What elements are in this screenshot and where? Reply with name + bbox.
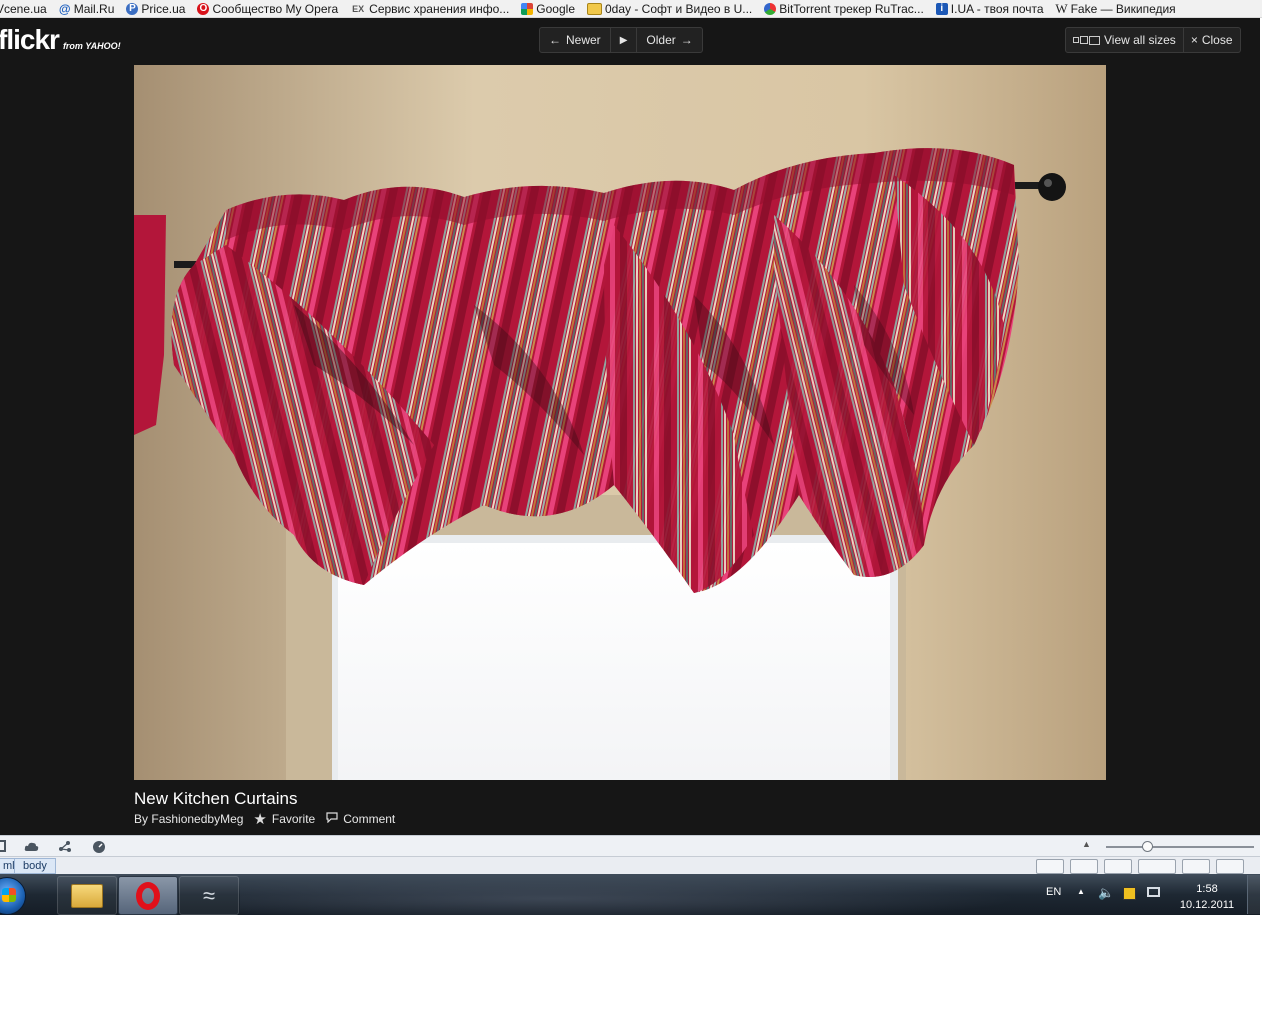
bookmark-wikipedia[interactable]: W Fake — Википедия [1055,0,1176,16]
view-all-sizes-label: View all sizes [1104,33,1176,47]
price-ua-icon: P [126,2,139,15]
at-sign-icon: @ [58,1,71,16]
older-label: Older [646,33,676,47]
logo-main-text: flickr [0,24,60,55]
favorite-button[interactable]: ★ Favorite [253,810,315,828]
windows-taskbar: ≈ EN ▲ 🔈 1:58 10.12.2011 [0,874,1260,915]
bookmark-0day[interactable]: 0day - Софт и Видео в U... [587,2,752,16]
dock-button-icon[interactable] [1036,859,1064,874]
window-list-icon[interactable] [1138,859,1176,874]
play-icon: ▶ [619,34,628,46]
lightbox-actions: View all sizes × Close [1065,27,1241,53]
older-button[interactable]: Older → [637,28,701,52]
bookmark-google[interactable]: Google [521,2,575,16]
photo[interactable] [134,65,1106,780]
zoom-slider-handle[interactable] [1142,841,1153,852]
by-prefix: By [134,812,149,826]
slideshow-play-button[interactable]: ▶ [611,28,638,52]
clock-time: 1:58 [1196,883,1218,895]
windows-logo-icon [2,888,16,902]
arrow-right-icon: → [680,33,693,47]
logo-sub-text: from YAHOO! [62,41,121,51]
close-icon: × [1190,33,1198,47]
wikipedia-icon: W [1055,0,1068,16]
dock-buttons [1036,859,1258,874]
bookmark-rutracker[interactable]: BitTorrent трекер RuTrac... [764,2,924,16]
favorite-label: Favorite [271,812,316,826]
photo-meta: By FashionedbyMeg ★ Favorite Comment [134,810,406,828]
restore-icon[interactable] [1182,859,1210,874]
bookmark-label: Vcene.ua [0,1,47,16]
flickr-logo[interactable]: flickr from YAHOO! [0,26,121,54]
ex-icon: EX [352,3,365,14]
bookmark-label: 0day - Софт и Видео в U... [605,1,753,16]
bookmark-mailru[interactable]: @ Mail.Ru [59,2,115,16]
taskbar-network-app[interactable]: ≈ [179,876,239,915]
author-link[interactable]: FashionedbyMeg [151,812,243,826]
system-clock[interactable]: 1:58 10.12.2011 [1170,881,1244,913]
opera-link-icon[interactable] [58,840,72,853]
bookmark-label: Google [536,1,575,16]
opera-turbo-icon[interactable] [92,840,106,853]
bookmark-label: Mail.Ru [73,1,115,16]
show-hidden-icons-icon[interactable]: ▲ [1077,887,1085,896]
opera-unite-icon[interactable] [24,840,39,853]
crumb-body[interactable]: body [14,858,56,874]
network-icon[interactable] [1147,887,1160,897]
bookmark-ex-ua[interactable]: EX Сервис хранения инфо... [350,2,509,16]
bookmark-i-ua[interactable]: i I.UA - твоя почта [935,1,1044,16]
dom-breadcrumb: ml body [0,856,1260,875]
language-indicator[interactable]: EN [1046,886,1061,898]
close-panel-icon[interactable] [1216,859,1244,874]
star-icon: ★ [253,811,267,828]
google-icon [521,2,534,15]
taskbar-opera[interactable] [118,876,178,915]
wireless-icon: ≈ [202,882,216,908]
taskbar-background-glow [240,874,1020,915]
newer-label: Newer [566,33,601,47]
comment-icon [326,812,338,826]
clock-date: 10.12.2011 [1179,899,1235,911]
photo-byline: By FashionedbyMeg [134,812,243,826]
info-icon: i [935,2,948,15]
comment-button[interactable]: Comment [326,812,395,826]
bookmark-label: Сообщество My Opera [212,1,339,16]
close-label: Close [1201,33,1233,47]
zoom-slider[interactable] [1106,846,1254,848]
flickr-lightbox: flickr from YAHOO! ← Newer ▶ Older → Vie… [0,18,1260,835]
action-center-flag-icon[interactable] [1123,887,1136,900]
start-button[interactable] [0,877,26,915]
opera-icon [136,881,160,910]
browser-status-bar: ▲ [0,835,1260,857]
arrow-left-icon: ← [549,33,561,47]
bookmark-my-opera[interactable]: O Сообщество My Opera [197,2,338,16]
bookmark-vcene[interactable]: Vcene.ua [0,2,47,16]
bookmark-label: BitTorrent трекер RuTrac... [779,1,924,16]
taskbar-explorer[interactable] [57,876,117,915]
comment-label: Comment [343,812,396,826]
bookmark-label: I.UA - твоя почта [950,1,1044,16]
bookmark-label: Fake — Википедия [1070,1,1176,16]
bookmark-price-ua[interactable]: P Price.ua [126,2,185,16]
close-button[interactable]: × Close [1184,28,1240,52]
folder-icon [71,883,103,908]
volume-icon[interactable]: 🔈 [1098,885,1114,901]
folder-icon [587,2,602,15]
photo-title: New Kitchen Curtains [134,789,298,808]
opera-icon: O [197,2,210,15]
bookmarks-bar: Vcene.ua @ Mail.Ru P Price.ua O Сообщест… [0,0,1262,18]
zoom-menu-arrow-icon[interactable]: ▲ [1082,839,1091,849]
photo-navigation: ← Newer ▶ Older → [539,27,703,53]
bookmark-label: Сервис хранения инфо... [369,1,510,16]
sizes-icon [1073,35,1100,45]
show-desktop-button[interactable] [1247,875,1260,914]
bookmark-label: Price.ua [141,1,186,16]
settings-icon[interactable] [1070,859,1098,874]
view-all-sizes-button[interactable]: View all sizes [1066,28,1184,52]
rutracker-icon [764,2,777,15]
newer-button[interactable]: ← Newer [540,28,611,52]
listen-icon[interactable] [1104,859,1132,874]
panel-toggle-icon[interactable] [0,840,6,852]
